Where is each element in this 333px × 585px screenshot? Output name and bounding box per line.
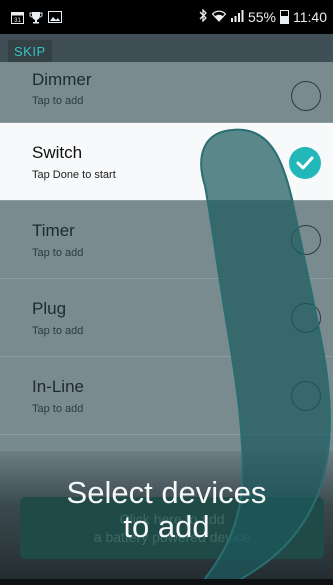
status-bar: 31 55% 11:40 <box>0 0 333 34</box>
device-subtitle: Tap Done to start <box>32 169 116 181</box>
device-row-plug[interactable]: Plug Tap to add <box>0 279 333 357</box>
status-time: 11:40 <box>293 9 327 25</box>
battery-icon <box>280 10 289 24</box>
wifi-icon <box>211 9 227 25</box>
device-subtitle: Tap to add <box>32 247 84 259</box>
onboarding-hint: Select devices to add <box>0 476 333 544</box>
radio-unchecked-icon[interactable] <box>291 381 321 411</box>
hint-line1: Select devices <box>66 475 267 510</box>
calendar-icon: 31 <box>10 10 24 24</box>
radio-unchecked-icon[interactable] <box>291 303 321 333</box>
device-row-in-line[interactable]: In-Line Tap to add <box>0 357 333 435</box>
bluetooth-icon <box>198 8 208 25</box>
device-name: Dimmer <box>32 70 92 89</box>
signal-icon <box>230 9 244 25</box>
device-subtitle: Tap to add <box>32 95 84 107</box>
battery-percent: 55% <box>247 9 276 25</box>
hint-line2: to add <box>123 509 210 544</box>
device-list: Dimmer Tap to add Switch Tap Done to sta… <box>0 62 333 435</box>
radio-unchecked-icon[interactable] <box>291 81 321 111</box>
skip-button[interactable]: SKIP <box>8 40 52 62</box>
device-name: Plug <box>32 299 67 318</box>
device-subtitle: Tap to add <box>32 403 84 415</box>
device-row-switch[interactable]: Switch Tap Done to start <box>0 123 333 201</box>
checkmark-icon[interactable] <box>289 147 321 179</box>
svg-text:31: 31 <box>14 18 21 24</box>
device-row-dimmer[interactable]: Dimmer Tap to add <box>0 62 333 123</box>
radio-unchecked-icon[interactable] <box>291 225 321 255</box>
photo-icon <box>48 10 62 24</box>
device-name: Timer <box>32 221 75 240</box>
trophy-icon <box>29 10 43 24</box>
device-subtitle: Tap to add <box>32 325 84 337</box>
device-selection-screen: SKIP Dimmer Tap to add Switch Tap Done t… <box>0 34 333 585</box>
bottom-strip <box>0 579 333 585</box>
device-name: Switch <box>32 143 83 162</box>
device-row-timer[interactable]: Timer Tap to add <box>0 201 333 279</box>
device-name: In-Line <box>32 377 84 396</box>
